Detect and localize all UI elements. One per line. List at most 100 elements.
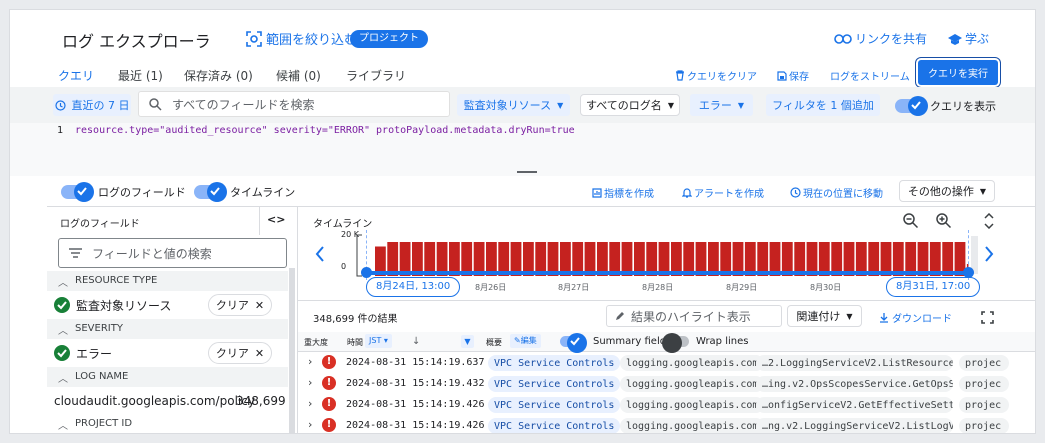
download-icon xyxy=(880,313,888,323)
add-filter-button[interactable]: フィルタを 1 個追加 xyxy=(766,94,880,116)
log-names-dropdown[interactable]: すべてのログ名 ▼ xyxy=(580,94,680,116)
edit-summary-button[interactable]: ✎編集 xyxy=(510,334,541,348)
timezone-dropdown[interactable]: JST ▾ xyxy=(365,334,392,348)
tab-suggested[interactable]: 候補 (0) xyxy=(276,67,321,84)
scope-button[interactable]: 範囲を絞り込む xyxy=(246,29,357,48)
school-icon xyxy=(948,33,962,45)
search-fields-placeholder: すべてのフィールドを検索 xyxy=(172,97,315,112)
clear-query-button[interactable]: クエリをクリア xyxy=(675,68,757,83)
range-end-label[interactable]: 8月31日, 17:00 xyxy=(886,277,981,297)
tab-saved[interactable]: 保存済み (0) xyxy=(184,67,253,84)
time-range-button[interactable]: 直近の 7 日 xyxy=(53,94,131,116)
clear-severity-button[interactable]: クリア ✕ xyxy=(208,342,272,364)
create-alert-label: アラートを作成 xyxy=(694,189,764,200)
save-query-button[interactable]: 保存 xyxy=(777,68,809,83)
highlight-input[interactable]: 結果のハイライト表示 xyxy=(606,305,782,327)
query-text[interactable]: resource.type="audited_resource" severit… xyxy=(75,125,575,136)
table-row[interactable]: › ! 2024-08-31 15:14:19.426 VPC Service … xyxy=(298,394,1009,415)
stream-logs-button[interactable]: ログをストリーム xyxy=(830,68,910,83)
chevron-up-icon: ︿ xyxy=(58,326,68,337)
summary-chip[interactable]: …onfigServiceV2.GetEffectiveSettings xyxy=(756,397,953,413)
error-severity-icon: ! xyxy=(322,376,336,390)
wrap-lines-toggle[interactable] xyxy=(662,333,689,353)
expand-row-icon[interactable]: › xyxy=(308,397,312,410)
summary-chip[interactable]: logging.googleapis.com xyxy=(620,376,765,392)
clear-resource-button[interactable]: クリア ✕ xyxy=(208,294,272,316)
log-fields-toggle[interactable] xyxy=(61,182,94,202)
highlight-placeholder: 結果のハイライト表示 xyxy=(631,309,751,324)
range-start-label[interactable]: 8月24日, 13:00 xyxy=(366,277,461,297)
summary-chip[interactable]: VPC Service Controls xyxy=(488,376,621,392)
summary-chip[interactable]: projec xyxy=(959,418,1009,433)
summary-chip[interactable]: logging.googleapis.com xyxy=(620,397,765,413)
expand-row-icon[interactable]: › xyxy=(308,376,312,389)
range-slider-track[interactable] xyxy=(366,271,970,275)
tab-query[interactable]: クエリ xyxy=(58,67,94,84)
tab-recent[interactable]: 最近 (1) xyxy=(118,67,163,84)
tab-library[interactable]: ライブラリ xyxy=(346,67,406,84)
timeline-prev-icon[interactable] xyxy=(315,246,325,266)
save-icon xyxy=(777,70,787,81)
error-severity-icon: ! xyxy=(322,355,336,369)
timeline-next-icon[interactable] xyxy=(984,246,994,266)
summary-chip[interactable]: VPC Service Controls xyxy=(488,418,621,433)
save-query-label: 保存 xyxy=(789,72,809,83)
section-title: LOG NAME xyxy=(75,371,129,382)
summary-fields-toggle[interactable] xyxy=(560,333,587,353)
table-row[interactable]: › ! 2024-08-31 15:14:19.637 VPC Service … xyxy=(298,352,1009,373)
sidebar-scrollbar[interactable] xyxy=(289,268,295,433)
check-icon xyxy=(570,337,580,346)
resource-filter-dropdown[interactable]: 監査対象リソース ▼ xyxy=(457,94,570,116)
summary-chip[interactable]: projec xyxy=(959,355,1009,371)
expand-vertical-icon[interactable] xyxy=(984,212,994,233)
summary-chip[interactable]: …2.LoggingServiceV2.ListResourceKeys xyxy=(756,355,953,371)
summary-chip[interactable]: …ing.v2.OpsScopesService.GetOpsScope xyxy=(756,376,953,392)
create-metric-button[interactable]: 指標を作成 xyxy=(592,185,654,200)
close-icon: ✕ xyxy=(254,346,265,360)
clear-query-label: クエリをクリア xyxy=(687,72,757,83)
learn-button[interactable]: 学ぶ xyxy=(948,30,989,47)
editor-resize-handle[interactable] xyxy=(517,171,537,173)
table-row[interactable]: › ! 2024-08-31 15:14:19.432 VPC Service … xyxy=(298,373,1009,394)
summary-chip[interactable]: projec xyxy=(959,397,1009,413)
show-query-toggle[interactable] xyxy=(895,96,928,116)
summary-chip[interactable]: logging.googleapis.com xyxy=(620,418,765,433)
field-search-input[interactable]: フィールドと値の検索 xyxy=(58,238,287,268)
x-tick: 8月30日 xyxy=(810,283,842,292)
summary-chip[interactable]: VPC Service Controls xyxy=(488,355,621,371)
summary-chip[interactable]: VPC Service Controls xyxy=(488,397,621,413)
severity-filter-dropdown[interactable]: エラー ▼ xyxy=(690,94,753,116)
severity-filter-label: エラー xyxy=(698,99,732,112)
log-name-value[interactable]: cloudaudit.googleapis.com/policy xyxy=(54,394,255,408)
col-time[interactable]: 時間 xyxy=(347,337,363,348)
caret-down-icon: ▼ xyxy=(557,100,564,110)
fullscreen-icon[interactable] xyxy=(981,309,994,328)
sort-arrow-icon[interactable]: ↓ xyxy=(412,336,420,347)
summary-chip[interactable]: …ng.v2.LoggingServiceV2.ListLogViews xyxy=(756,418,953,433)
log-names-label: すべてのログ名 xyxy=(586,99,662,112)
share-link-button[interactable]: リンクを共有 xyxy=(834,30,927,47)
summary-chip[interactable]: projec xyxy=(959,376,1009,392)
create-alert-button[interactable]: アラートを作成 xyxy=(682,185,764,200)
caret-down-icon: ▼ xyxy=(979,186,987,196)
severity-value: エラー xyxy=(76,347,113,361)
search-fields-input[interactable]: すべてのフィールドを検索 xyxy=(138,91,450,117)
page-title: ログ エクスプローラ xyxy=(62,32,211,51)
col-severity[interactable]: 重大度 xyxy=(304,337,328,348)
jump-now-button[interactable]: 現在の位置に移動 xyxy=(790,185,883,200)
range-start-handle[interactable] xyxy=(361,267,372,278)
summary-chip[interactable]: logging.googleapis.com xyxy=(620,355,765,371)
correlate-dropdown[interactable]: 関連付け ▼ xyxy=(787,305,862,327)
collapse-panel-icon[interactable]: <> xyxy=(267,213,285,226)
run-query-button[interactable]: クエリを実行 xyxy=(918,60,998,85)
more-actions-dropdown[interactable]: その他の操作 ▼ xyxy=(899,180,995,202)
x-tick: 8月26日 xyxy=(475,283,507,292)
expand-row-icon[interactable]: › xyxy=(308,355,312,368)
timeline-toggle[interactable] xyxy=(194,182,227,202)
history-icon xyxy=(790,187,801,198)
download-button[interactable]: ダウンロード xyxy=(879,310,952,325)
table-row[interactable]: › ! 2024-08-31 15:14:19.426 VPC Service … xyxy=(298,415,1009,433)
expand-row-icon[interactable]: › xyxy=(308,418,312,431)
caret-down-icon[interactable]: ▼ xyxy=(461,335,474,348)
scope-badge[interactable]: プロジェクト xyxy=(350,30,428,48)
